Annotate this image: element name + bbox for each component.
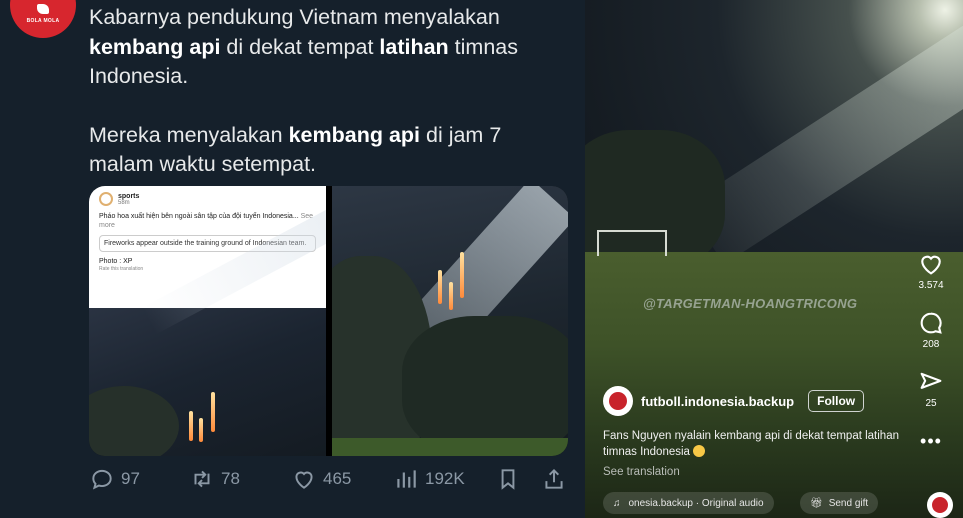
send-gift-label: Send gift	[828, 497, 869, 509]
goal-frame	[597, 230, 667, 256]
tweet-media[interactable]: sports 58m Pháo hoa xuất hiện bên ngoài …	[89, 186, 568, 456]
text-run: Kabarnya pendukung Vietnam menyalakan	[89, 5, 500, 29]
media-image-1[interactable]: sports 58m Pháo hoa xuất hiện bên ngoài …	[89, 186, 326, 456]
video-like-count: 3.574	[918, 280, 944, 291]
embedded-account-name: sports	[118, 192, 140, 200]
gift-icon: 🎁︎	[810, 497, 823, 509]
video-share-count: 25	[925, 398, 937, 409]
avatar-brand-text: BOLA MOLA	[26, 18, 60, 24]
views-count: 192K	[425, 469, 465, 488]
video-watermark: @TARGETMAN-HOANGTRICONG	[643, 296, 858, 311]
tweet-action-bar: 97 78 465 192K	[89, 466, 569, 500]
bookmark-button[interactable]	[495, 466, 521, 492]
video-like-button[interactable]: 3.574	[917, 250, 945, 291]
send-gift-button[interactable]: 🎁︎ Send gift	[800, 492, 879, 514]
video-comment-count: 208	[922, 339, 940, 350]
repost-icon	[194, 470, 210, 488]
football-pitch	[585, 252, 963, 518]
video-share-button[interactable]: 25	[917, 368, 945, 409]
bold-run: latihan	[379, 34, 449, 59]
firework-spark	[460, 252, 464, 298]
send-icon	[920, 372, 942, 389]
text-run: di dekat tempat	[220, 34, 380, 59]
video-comment-button[interactable]: 208	[917, 309, 945, 350]
vietnamese-text: Pháo hoa xuất hiện bên ngoài sân tập của…	[99, 213, 299, 220]
firework-spark	[438, 270, 442, 304]
tweet-paragraph-2: Mereka menyalakan kembang api di jam 7 m…	[89, 121, 569, 180]
like-icon	[295, 471, 313, 489]
grass-strip	[332, 438, 568, 456]
share-icon	[545, 468, 563, 489]
video-author-avatar[interactable]	[603, 386, 633, 416]
video-caption: Fans Nguyen nyalain kembang api di dekat…	[603, 428, 903, 460]
firework-spark	[189, 411, 193, 441]
tweet-panel: BOLA MOLA Kabarnya pendukung Vietnam men…	[0, 0, 585, 518]
tree-silhouette	[402, 316, 568, 456]
video-action-sidebar: 3.574 208 25 •••	[909, 250, 953, 452]
video-username[interactable]: futboll.indonesia.backup	[641, 394, 794, 409]
audio-disc-avatar[interactable]	[927, 492, 953, 518]
bold-run: kembang api	[288, 122, 421, 147]
tweet-paragraph-1: Kabarnya pendukung Vietnam menyalakan ke…	[89, 3, 569, 92]
caption-text: Fans Nguyen nyalain kembang api di dekat…	[603, 430, 899, 458]
more-icon[interactable]: •••	[920, 431, 942, 452]
account-logo-icon	[99, 192, 113, 206]
like-count: 465	[323, 469, 352, 488]
reply-button[interactable]: 97	[89, 466, 140, 492]
bookmark-icon	[501, 469, 515, 490]
firework-spark	[211, 392, 215, 432]
like-button[interactable]: 465	[291, 466, 351, 492]
follow-button[interactable]: Follow	[808, 390, 865, 412]
see-translation-link[interactable]: See translation	[603, 466, 680, 478]
share-button[interactable]	[541, 466, 567, 492]
rate-translation: Rate this translation	[99, 266, 144, 272]
repost-count: 78	[221, 469, 240, 488]
author-avatar[interactable]: BOLA MOLA	[10, 0, 76, 38]
brand-mark-icon	[37, 4, 49, 14]
reply-icon	[92, 469, 112, 490]
tweet-body: Kabarnya pendukung Vietnam menyalakan ke…	[89, 3, 569, 209]
views-button[interactable]: 192K	[393, 466, 465, 492]
music-icon: ♫	[613, 497, 621, 509]
comment-icon	[920, 312, 942, 334]
embedded-post-text: Pháo hoa xuất hiện bên ngoài sân tập của…	[99, 212, 316, 230]
video-panel[interactable]: @TARGETMAN-HOANGTRICONG 3.574 208 25 •••…	[585, 0, 963, 518]
text-run: Mereka menyalakan	[89, 122, 289, 147]
repost-button[interactable]: 78	[189, 466, 240, 492]
embedded-post-header: sports 58m	[99, 192, 316, 206]
reply-count: 97	[121, 469, 140, 488]
views-icon	[397, 470, 416, 488]
audio-label: onesia.backup · Original audio	[628, 497, 764, 509]
emoji-icon	[693, 445, 706, 457]
firework-spark	[449, 282, 453, 310]
heart-icon	[921, 255, 941, 275]
bold-run: kembang api	[89, 34, 221, 59]
media-image-2[interactable]	[332, 186, 568, 456]
audio-chip[interactable]: ♫ onesia.backup · Original audio	[603, 492, 774, 514]
video-author-row: futboll.indonesia.backup Follow	[603, 386, 865, 416]
firework-spark	[199, 418, 203, 442]
embedded-post-age: 58m	[118, 199, 130, 206]
